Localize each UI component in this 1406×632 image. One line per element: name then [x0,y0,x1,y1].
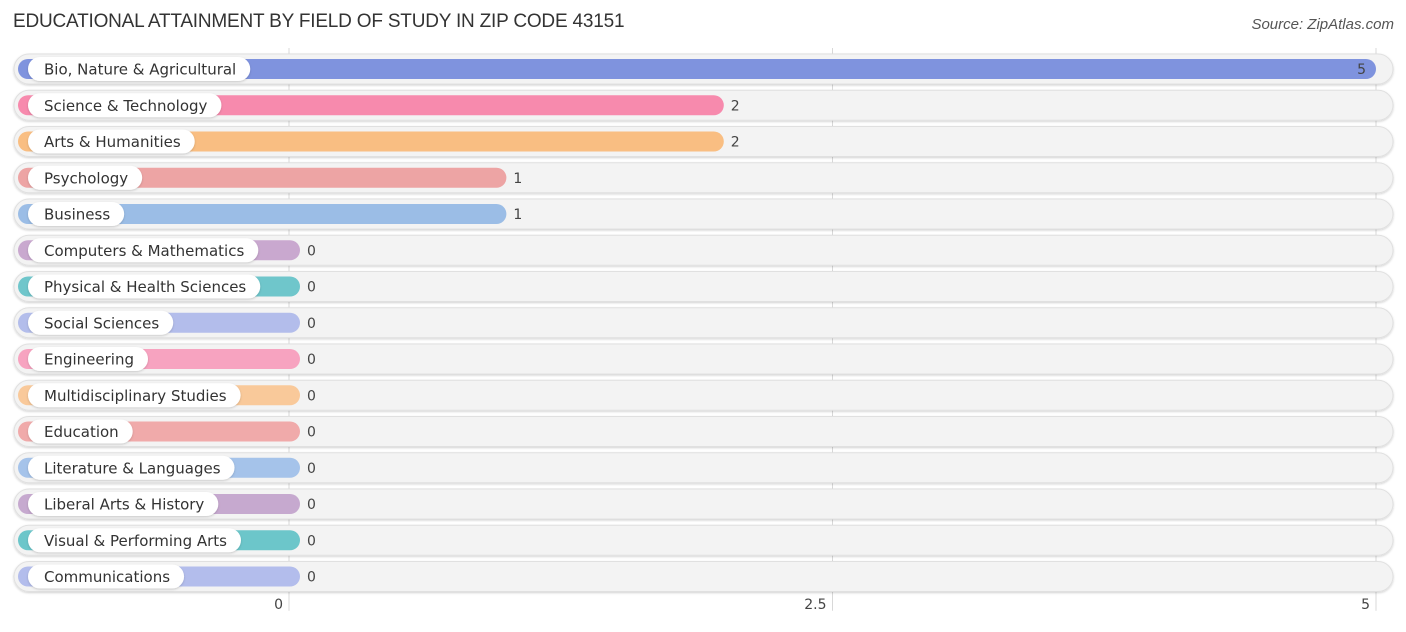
bar-row: Arts & Humanities 2 [13,126,1394,157]
value-label: 2 [731,135,740,151]
bar-row: Liberal Arts & History 0 [13,488,1394,520]
value-label: 0 [307,243,316,259]
category-label: Literature & Languages [44,459,221,477]
bar-row: Physical & Health Sciences 0 [13,271,1394,302]
value-label: 0 [307,461,316,477]
category-label: Liberal Arts & History [44,496,204,514]
category-label: Physical & Health Sciences [44,278,246,296]
value-label: 0 [307,280,316,296]
x-tick-label: 2.5 [804,597,826,613]
bar-row: Education 0 [13,416,1394,447]
x-tick-label: 5 [1361,597,1370,613]
value-label: 0 [307,316,316,332]
value-label: 1 [513,207,522,223]
value-label: 2 [731,98,740,114]
bar-row: Bio, Nature & Agricultural 5 [13,53,1394,85]
bar-row: Social Sciences 0 [13,307,1394,339]
category-label: Business [44,206,110,224]
value-label: 0 [307,497,316,513]
category-label: Computers & Mathematics [44,242,244,260]
category-label: Arts & Humanities [44,133,181,151]
category-label: Multidisciplinary Studies [44,387,227,405]
bar-row: Visual & Performing Arts 0 [13,524,1394,556]
value-label: 5 [1357,62,1366,78]
category-label: Communications [44,568,170,586]
category-label: Engineering [44,351,134,369]
bar-row: Psychology 1 [13,162,1394,194]
value-label: 0 [307,533,316,549]
category-label: Science & Technology [44,97,208,115]
bar-row: Business 1 [13,198,1394,230]
x-tick-label: 0 [274,597,283,613]
bar-row: Literature & Languages 0 [13,452,1394,484]
value-label: 0 [307,388,316,404]
bar-row: Science & Technology 2 [13,89,1394,121]
value-label: 0 [307,352,316,368]
bar-row: Multidisciplinary Studies 0 [13,379,1394,411]
category-label: Psychology [44,169,128,187]
value-label: 1 [513,171,522,187]
value-label: 0 [307,425,316,441]
bar-row: Communications 0 [13,561,1394,592]
category-label: Visual & Performing Arts [44,532,227,550]
bar-row: Engineering 0 [13,343,1394,375]
bar-row: Computers & Mathematics 0 [13,234,1394,266]
value-label: 0 [307,570,316,586]
category-label: Education [44,423,119,441]
category-label: Bio, Nature & Agricultural [44,61,236,79]
bar-chart: Bio, Nature & Agricultural 5 Science & Tec… [13,48,1394,613]
category-label: Social Sciences [44,314,159,332]
